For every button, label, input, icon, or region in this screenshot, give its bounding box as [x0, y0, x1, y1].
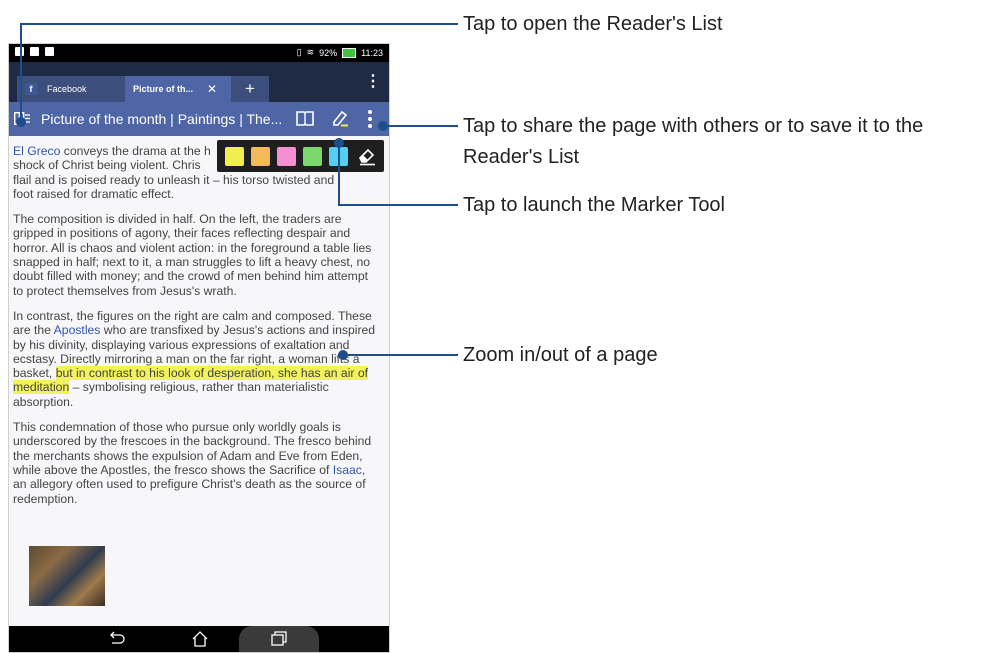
callout-line-marker-tool	[334, 138, 458, 206]
callout-marker-tool: Tap to launch the Marker Tool	[463, 194, 726, 216]
callout-share-line1: Tap to share the page with others or to …	[463, 115, 924, 137]
callout-readers-list: Tap to open the Reader's List	[463, 13, 723, 35]
callout-line-zoom	[338, 350, 458, 360]
callout-line-readers-list	[16, 23, 458, 127]
callout-share-line2: Reader's List	[463, 146, 580, 168]
callout-lines	[16, 23, 458, 360]
callout-zoom: Zoom in/out of a page	[463, 344, 658, 366]
callout-line-share	[378, 121, 458, 131]
